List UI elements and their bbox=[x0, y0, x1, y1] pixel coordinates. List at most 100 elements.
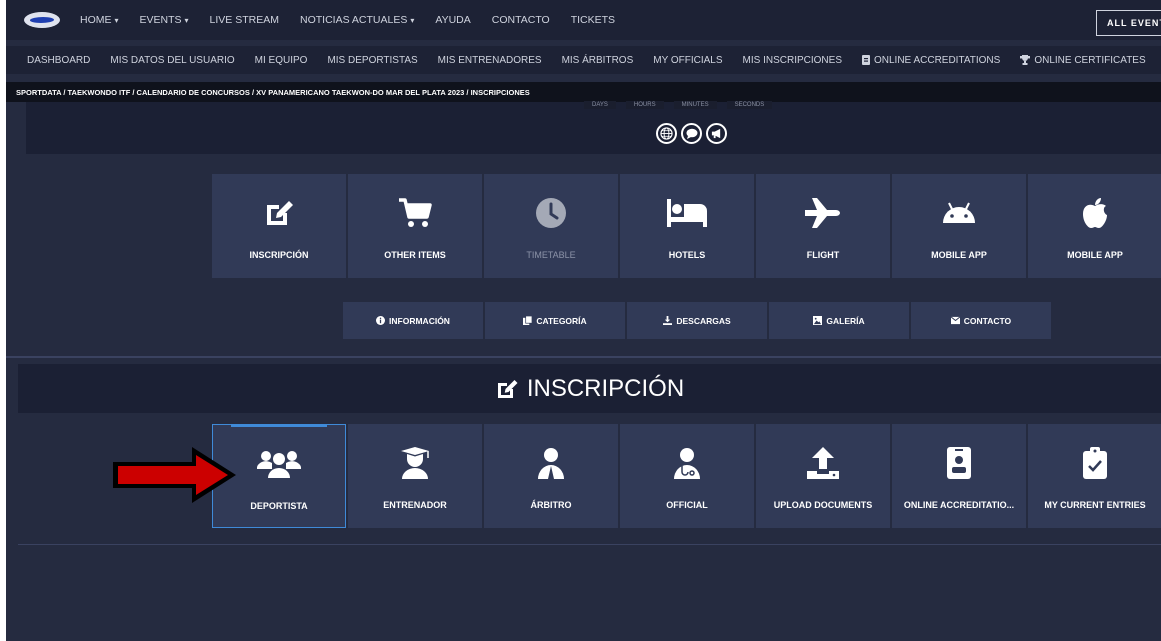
tile-inscripcion[interactable]: INSCRIPCIÓN bbox=[212, 174, 346, 278]
caret-down-icon: ▾ bbox=[410, 16, 415, 25]
subnav-mis-inscripciones[interactable]: MIS INSCRIPCIONES bbox=[743, 55, 842, 66]
nav-contacto[interactable]: CONTACTO bbox=[492, 14, 550, 26]
divider bbox=[6, 356, 1161, 358]
nav-ayuda[interactable]: AYUDA bbox=[435, 14, 470, 26]
breadcrumb[interactable]: SPORTDATA / TAEKWONDO ITF / CALENDARIO D… bbox=[16, 88, 530, 97]
button-label: DESCARGAS bbox=[676, 315, 731, 326]
edit-icon bbox=[497, 379, 518, 398]
plane-icon bbox=[805, 198, 840, 228]
referee-icon bbox=[538, 448, 564, 479]
upload-icon bbox=[807, 447, 839, 479]
tile-arbitro[interactable]: ÁRBITRO bbox=[484, 424, 618, 528]
all-events-button[interactable]: ALL EVENTS bbox=[1096, 10, 1161, 36]
informacion-button[interactable]: INFORMACIÓN bbox=[343, 302, 483, 339]
registration-tiles: DEPORTISTA ENTRENADOR ÁRBITRO OFFICIAL U… bbox=[212, 424, 1161, 528]
tile-label: MOBILE APP bbox=[1067, 250, 1123, 260]
tile-my-current-entries[interactable]: MY CURRENT ENTRIES bbox=[1028, 424, 1161, 528]
tile-flight[interactable]: FLIGHT bbox=[756, 174, 890, 278]
countdown: DAYS HOURS MINUTES SECONDS bbox=[584, 101, 773, 109]
subnav-mi-equipo[interactable]: MI EQUIPO bbox=[255, 55, 308, 66]
clipboard-check-icon bbox=[1083, 447, 1107, 479]
countdown-seconds: SECONDS bbox=[726, 101, 773, 109]
tile-label: MOBILE APP bbox=[931, 250, 987, 260]
badge-icon bbox=[862, 55, 870, 65]
envelope-icon bbox=[950, 316, 960, 325]
countdown-minutes: MINUTES bbox=[673, 101, 717, 109]
id-badge-icon bbox=[947, 447, 971, 479]
tile-label: OFFICIAL bbox=[666, 500, 708, 510]
subnav-online-accreditations[interactable]: ONLINE ACCREDITATIONS bbox=[862, 55, 1000, 66]
info-buttons: INFORMACIÓN CATEGORÍA DESCARGAS GALERÍA … bbox=[343, 302, 1051, 339]
categoria-button[interactable]: CATEGORÍA bbox=[485, 302, 625, 339]
breadcrumb-bar: SPORTDATA / TAEKWONDO ITF / CALENDARIO D… bbox=[6, 82, 1161, 102]
countdown-hours: HOURS bbox=[625, 101, 664, 109]
countdown-days: DAYS bbox=[584, 101, 616, 109]
top-navbar: HOME ▾ EVENTS ▾ LIVE STREAM NOTICIAS ACTUA… bbox=[6, 0, 1161, 40]
tile-label: UPLOAD DOCUMENTS bbox=[773, 500, 873, 510]
button-label: CONTACTO bbox=[963, 315, 1012, 326]
nav-live-stream[interactable]: LIVE STREAM bbox=[210, 14, 279, 26]
tile-upload-documents[interactable]: UPLOAD DOCUMENTS bbox=[756, 424, 890, 528]
megaphone-icon[interactable] bbox=[706, 123, 727, 144]
button-label: INFORMACIÓN bbox=[389, 315, 450, 326]
tile-timetable: TIMETABLE bbox=[484, 174, 618, 278]
tile-label: DEPORTISTA bbox=[250, 501, 308, 511]
subnav-mis-entrenadores[interactable]: MIS ENTRENADORES bbox=[438, 55, 542, 66]
tile-label: OTHER ITEMS bbox=[384, 250, 446, 260]
tile-mobile-app-apple[interactable]: MOBILE APP bbox=[1028, 174, 1161, 278]
contacto-button[interactable]: CONTACTO bbox=[911, 302, 1051, 339]
cart-icon bbox=[399, 198, 432, 227]
button-label: CATEGORÍA bbox=[536, 315, 587, 326]
user-subnav: DASHBOARD MIS DATOS DEL USUARIO MI EQUIP… bbox=[6, 46, 1161, 74]
info-icon bbox=[376, 316, 386, 325]
tile-online-accreditations[interactable]: ONLINE ACCREDITATIO... bbox=[892, 424, 1026, 528]
tile-other-items[interactable]: OTHER ITEMS bbox=[348, 174, 482, 278]
tile-entrenador[interactable]: ENTRENADOR bbox=[348, 424, 482, 528]
inscripcion-title: INSCRIPCIÓN bbox=[526, 374, 685, 402]
chat-icon[interactable] bbox=[681, 123, 702, 144]
descargas-button[interactable]: DESCARGAS bbox=[627, 302, 767, 339]
nav-home[interactable]: HOME ▾ bbox=[80, 14, 119, 26]
button-label: GALERÍA bbox=[826, 315, 865, 326]
inscripcion-header: INSCRIPCIÓN bbox=[18, 364, 1161, 413]
tile-mobile-app-android[interactable]: MOBILE APP bbox=[892, 174, 1026, 278]
image-icon bbox=[813, 316, 823, 325]
trophy-icon bbox=[1020, 55, 1031, 65]
tile-hotels[interactable]: HOTELS bbox=[620, 174, 754, 278]
subnav-mis-arbitros[interactable]: MIS ÁRBITROS bbox=[562, 55, 634, 66]
tile-official[interactable]: OFFICIAL bbox=[620, 424, 754, 528]
subnav-mis-datos[interactable]: MIS DATOS DEL USUARIO bbox=[110, 55, 234, 66]
page: HOME ▾ EVENTS ▾ LIVE STREAM NOTICIAS ACTUA… bbox=[6, 0, 1161, 641]
subnav-dashboard[interactable]: DASHBOARD bbox=[27, 55, 90, 66]
tile-label: ÁRBITRO bbox=[530, 500, 572, 510]
tile-label: ENTRENADOR bbox=[383, 500, 447, 510]
nav-tickets[interactable]: TICKETS bbox=[571, 14, 615, 26]
tile-label: ONLINE ACCREDITATIO... bbox=[903, 500, 1015, 510]
sportdata-logo[interactable] bbox=[24, 12, 60, 28]
android-icon bbox=[943, 202, 975, 223]
globe-icon[interactable] bbox=[656, 123, 677, 144]
subnav-online-certificates[interactable]: ONLINE CERTIFICATES bbox=[1020, 55, 1146, 66]
doctor-icon bbox=[674, 448, 700, 479]
tile-label: HOTELS bbox=[668, 250, 706, 260]
subnav-mis-deportistas[interactable]: MIS DEPORTISTAS bbox=[327, 55, 417, 66]
nav-events[interactable]: EVENTS ▾ bbox=[140, 14, 189, 26]
clock-icon bbox=[536, 198, 566, 228]
tile-label: INSCRIPCIÓN bbox=[249, 250, 309, 260]
divider bbox=[18, 544, 1161, 545]
graduate-icon bbox=[401, 447, 429, 479]
apple-icon bbox=[1083, 198, 1107, 228]
social-links bbox=[656, 123, 727, 144]
tile-label: TIMETABLE bbox=[526, 250, 576, 260]
tile-label: MY CURRENT ENTRIES bbox=[1044, 500, 1146, 510]
download-icon bbox=[663, 316, 673, 325]
galeria-button[interactable]: GALERÍA bbox=[769, 302, 909, 339]
event-tiles: INSCRIPCIÓN OTHER ITEMS TIMETABLE HOTELS… bbox=[212, 174, 1161, 278]
nav-noticias[interactable]: NOTICIAS ACTUALES ▾ bbox=[300, 14, 414, 26]
subnav-my-officials[interactable]: MY OFFICIALS bbox=[653, 55, 722, 66]
copy-icon bbox=[523, 316, 533, 325]
caret-down-icon: ▾ bbox=[114, 16, 119, 25]
event-hero bbox=[26, 102, 1161, 154]
caret-down-icon: ▾ bbox=[184, 16, 189, 25]
edit-icon bbox=[267, 201, 293, 225]
